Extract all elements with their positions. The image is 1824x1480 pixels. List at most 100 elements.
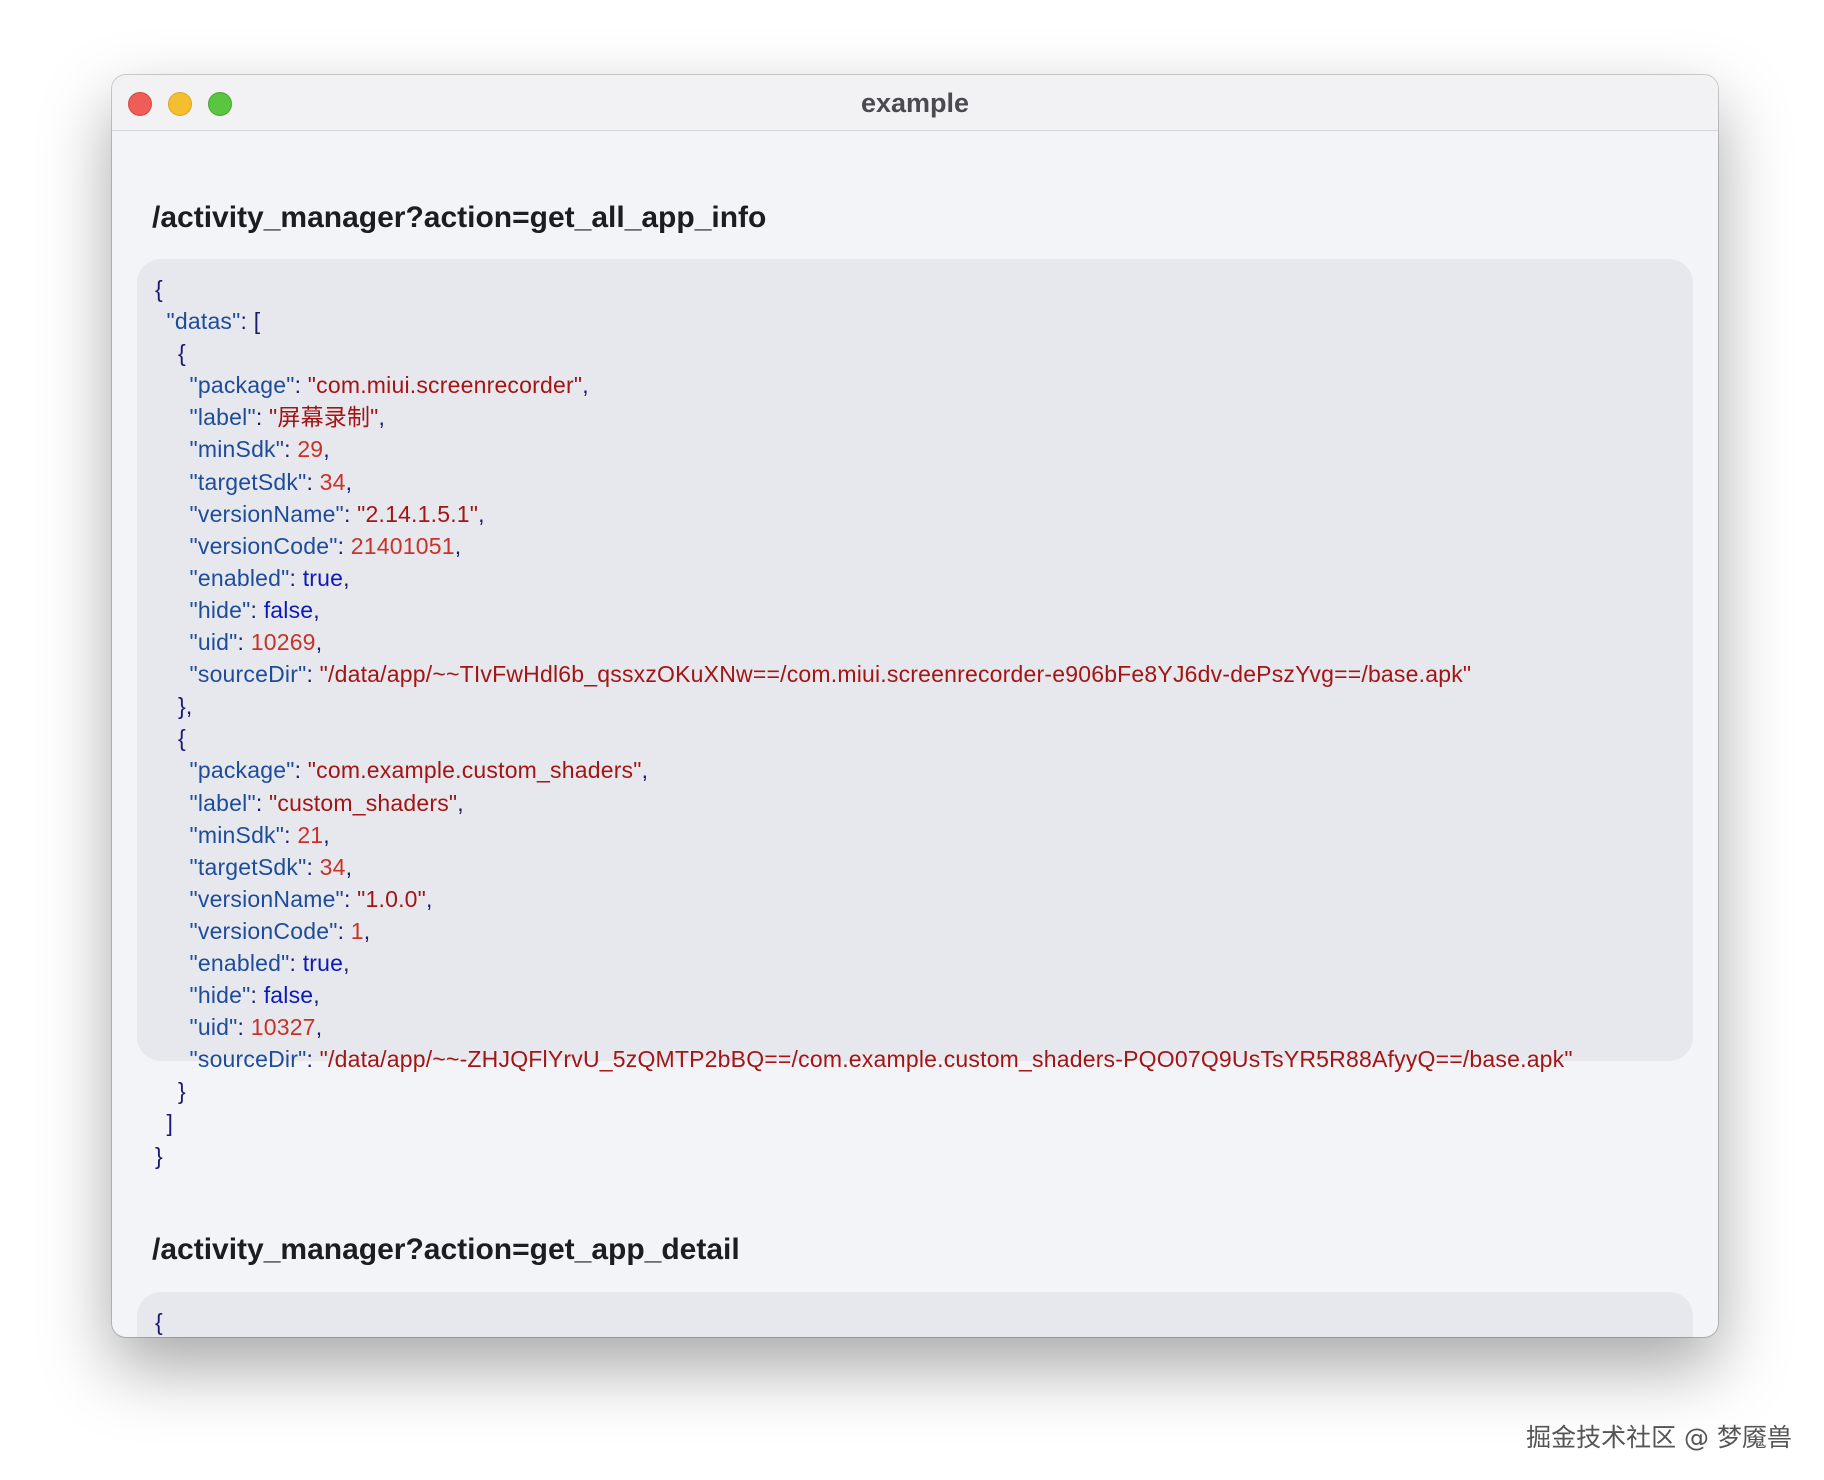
json-comma: , [457,789,464,816]
json-comma: , [426,885,433,912]
json-value: true [302,564,344,591]
json-value: false [263,596,314,623]
json-field-line: "package": "com.miui.screenrecorder", [155,369,1693,401]
json-colon: : [237,629,251,656]
json-colon: : [306,468,320,495]
json-key: "versionCode" [189,917,338,944]
json-key: "targetSdk" [189,468,307,495]
json-line: "datas": [ [155,305,1693,337]
json-comma: , [378,404,386,431]
json-key: "versionName" [189,500,344,527]
json-brace: { [155,276,163,302]
json-key: "versionCode" [189,532,338,559]
json-value: "/data/app/~~-ZHJQFlYrvU_5zQMTP2bBQ==/co… [319,1046,1573,1073]
json-value: 21 [297,821,324,848]
json-value: "/data/app/~~TIvFwHdl6b_qssxzOKuXNw==/co… [319,661,1472,688]
json-comma: , [323,436,330,463]
json-comma: , [454,532,462,559]
json-value: "com.miui.screenrecorder" [307,372,583,399]
json-key: "uid" [189,1014,238,1041]
json-colon: : [255,789,270,816]
json-key: "sourceDir" [189,661,307,688]
json-colon: : [337,532,351,559]
json-line: { [155,273,1693,305]
endpoint-title-get-all-app-info: /activity_manager?action=get_all_app_inf… [152,201,767,234]
json-field-line: "uid": 10327, [155,1011,1693,1043]
json-field-line: "minSdk": 21, [155,819,1693,851]
json-value: 34 [319,468,346,495]
title-bar[interactable]: example [112,75,1718,131]
json-brace: { [178,340,186,367]
json-field-line: "enabled": true, [155,947,1693,979]
json-key: "enabled" [189,949,290,976]
json-colon: : [240,308,254,335]
json-bracket: ] [166,1110,174,1137]
json-comma: , [323,821,330,848]
json-key: "uid" [189,629,238,656]
json-key: "hide" [189,982,251,1009]
json-colon: : [343,885,358,912]
json-colon: : [306,661,320,688]
json-line: { [155,1306,1693,1337]
json-value: false [263,982,314,1009]
json-colon: : [306,853,320,880]
json-comma: , [313,596,320,623]
json-key: "enabled" [189,564,290,591]
json-key: "label" [189,789,256,816]
json-key: "versionName" [189,885,344,912]
json-value: 10269 [250,629,316,656]
json-comma: , [345,853,353,880]
json-field-line: "versionName": "2.14.1.5.1", [155,498,1693,530]
json-line: { [155,337,1693,369]
watermark: 掘金技术社区 @ 梦魇兽 [1526,1423,1792,1452]
json-field-line: "package": "com.example.custom_shaders", [155,754,1693,786]
json-value: "1.0.0" [357,885,427,912]
json-comma: , [345,468,353,495]
json-colon: : [250,982,264,1009]
json-value: true [302,949,344,976]
json-comma: , [343,564,350,591]
json-colon: : [250,596,264,623]
json-brace: { [178,725,186,752]
json-value: 10327 [250,1014,316,1041]
json-brace: } [178,1078,186,1105]
endpoint-title-get-app-detail: /activity_manager?action=get_app_detail [152,1233,740,1266]
json-brace: } [155,1142,163,1169]
json-comma: , [582,372,589,399]
json-key: "datas" [166,308,241,335]
json-field-line: "versionCode": 1, [155,915,1693,947]
json-colon: : [255,404,270,431]
json-field-line: "enabled": true, [155,562,1693,594]
json-response-block-detail: {"firstInstallTime": 1733208349590,"last… [137,1292,1693,1337]
json-colon: : [237,1014,251,1041]
json-value: "屏幕录制" [269,404,379,431]
json-field-line: "sourceDir": "/data/app/~~TIvFwHdl6b_qss… [155,658,1693,690]
content-area[interactable]: /activity_manager?action=get_all_app_inf… [112,131,1718,1337]
json-field-line: "uid": 10269, [155,626,1693,658]
app-window: example /activity_manager?action=get_all… [112,75,1718,1337]
json-field-line: "minSdk": 29, [155,433,1693,465]
json-key: "sourceDir" [189,1046,307,1073]
json-value: "custom_shaders" [269,789,458,816]
json-brace: { [155,1309,163,1335]
json-colon: : [343,500,358,527]
json-key: "minSdk" [189,821,285,848]
json-value: 34 [319,853,346,880]
json-field-line: "label": "屏幕录制", [155,401,1693,433]
json-comma: , [363,917,371,944]
json-colon: : [284,821,298,848]
json-comma: , [641,757,649,784]
json-key: "minSdk" [189,436,285,463]
json-comma: , [315,1014,323,1041]
json-brace: }, [178,693,193,720]
json-value: "2.14.1.5.1" [357,500,479,527]
json-line: } [155,1075,1693,1107]
json-field-line: "sourceDir": "/data/app/~~-ZHJQFlYrvU_5z… [155,1043,1693,1075]
json-key: "targetSdk" [189,853,307,880]
json-field-line: "label": "custom_shaders", [155,787,1693,819]
json-response-block: {"datas": [{"package": "com.miui.screenr… [137,259,1693,1169]
json-line: }, [155,690,1693,722]
json-field-line: "targetSdk": 34, [155,851,1693,883]
json-colon: : [306,1046,320,1073]
json-field-line: "hide": false, [155,594,1693,626]
